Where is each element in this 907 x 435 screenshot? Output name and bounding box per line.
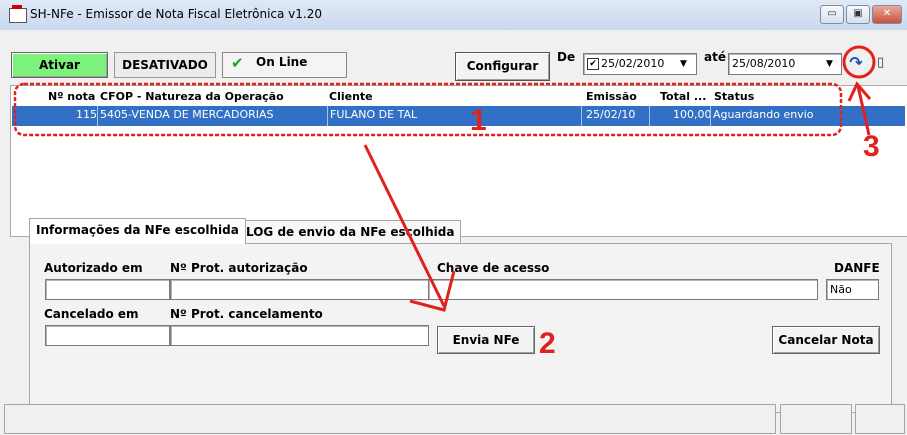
annotation-arrow-2 <box>363 144 446 307</box>
tab-informacoes[interactable]: Informações da NFe escolhida <box>29 218 246 244</box>
annotation-circle-3 <box>842 45 876 79</box>
annotation-number-2: 2 <box>539 327 556 360</box>
app-window: SH-NFe - Emissor de Nota Fiscal Eletrôni… <box>0 0 907 435</box>
annotation-box-1 <box>13 82 843 137</box>
annotation-number-3: 3 <box>863 130 880 163</box>
annotation-arrowhead-2 <box>409 270 456 312</box>
annotation-number-1: 1 <box>470 104 487 137</box>
